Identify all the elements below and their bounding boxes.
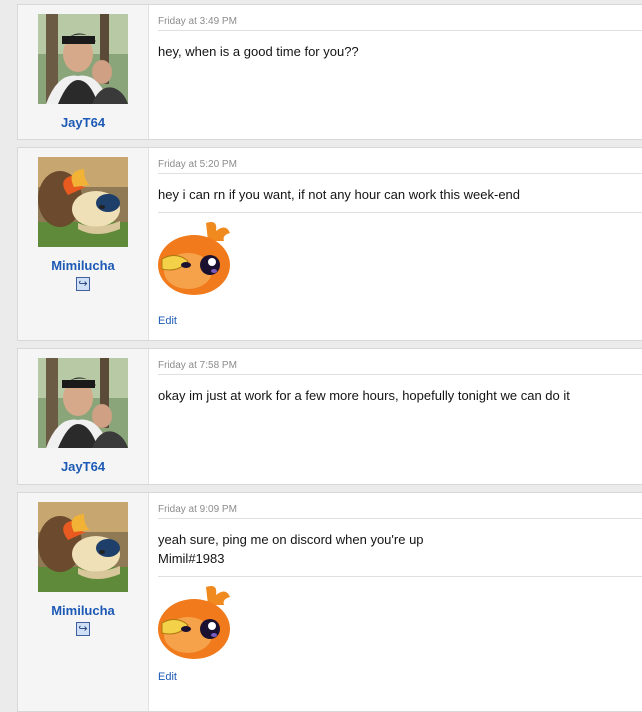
divider [158, 518, 642, 519]
username-link[interactable]: JayT64 [61, 459, 105, 474]
message-timestamp[interactable]: Friday at 7:58 PM [158, 360, 642, 374]
message-text: hey, when is a good time for you?? [158, 44, 359, 59]
message-timestamp[interactable]: Friday at 3:49 PM [158, 16, 642, 30]
divider [158, 173, 642, 174]
edit-link[interactable]: Edit [158, 315, 177, 327]
message-user-info: Mimilucha ↪ [18, 493, 149, 711]
message-text: okay im just at work for a few more hour… [158, 388, 570, 403]
torchic-sticker-image [158, 585, 231, 659]
message-timestamp[interactable]: Friday at 9:09 PM [158, 504, 642, 518]
username-link[interactable]: Mimilucha [51, 603, 115, 618]
avatar[interactable] [38, 157, 128, 247]
signature-divider [158, 576, 642, 577]
message-user-info: JayT64 [18, 349, 149, 484]
avatar[interactable] [38, 358, 128, 448]
username-link[interactable]: Mimilucha [51, 258, 115, 273]
message-post: Mimilucha ↪ Friday at 9:09 PM yeah sure,… [17, 492, 642, 712]
message-post: JayT64 Friday at 3:49 PM hey, when is a … [17, 4, 642, 140]
avatar[interactable] [38, 502, 128, 592]
message-content: Friday at 5:20 PM hey i can rn if you wa… [149, 148, 642, 340]
message-content: Friday at 3:49 PM hey, when is a good ti… [149, 5, 642, 139]
message-text: yeah sure, ping me on discord when you'r… [158, 532, 424, 566]
torchic-sticker-image [158, 221, 231, 295]
message-text: hey i can rn if you want, if not any hou… [158, 187, 521, 202]
message-user-info: JayT64 [18, 5, 149, 139]
message-post: JayT64 Friday at 7:58 PM okay im just at… [17, 348, 642, 485]
username-link[interactable]: JayT64 [61, 115, 105, 130]
divider [158, 30, 642, 31]
user-badge-icon: ↪ [76, 622, 90, 636]
message-timestamp[interactable]: Friday at 5:20 PM [158, 159, 642, 173]
edit-link[interactable]: Edit [158, 671, 177, 683]
message-post: Mimilucha ↪ Friday at 5:20 PM hey i can … [17, 147, 642, 341]
user-badge-icon: ↪ [76, 277, 90, 291]
avatar[interactable] [38, 14, 128, 104]
divider [158, 374, 642, 375]
message-user-info: Mimilucha ↪ [18, 148, 149, 340]
message-content: Friday at 9:09 PM yeah sure, ping me on … [149, 493, 642, 711]
message-content: Friday at 7:58 PM okay im just at work f… [149, 349, 642, 484]
signature-divider [158, 212, 642, 213]
